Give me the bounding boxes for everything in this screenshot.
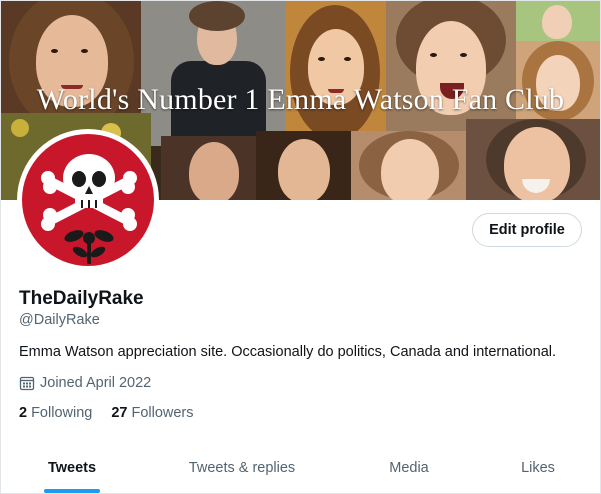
profile-page: World's Number 1 Emma Watson Fan Club Ed… <box>0 0 601 494</box>
following-count: 2 <box>19 405 28 421</box>
joined-text: Joined April 2022 <box>40 375 152 391</box>
calendar-icon <box>19 376 35 391</box>
username-handle: @DailyRake <box>19 312 100 328</box>
tab-tweets[interactable]: Tweets <box>17 441 127 493</box>
banner-photo-9 <box>256 131 351 200</box>
banner-photo-3 <box>286 1 386 146</box>
following-link[interactable]: 2 Following <box>19 405 92 421</box>
followers-count: 27 <box>111 405 128 421</box>
profile-bio: Emma Watson appreciation site. Occasiona… <box>19 344 557 360</box>
followers-link[interactable]: 27 Followers <box>111 405 193 421</box>
skull-crossbones-icon <box>41 154 137 264</box>
active-tab-indicator <box>44 489 100 493</box>
banner-photo-10 <box>351 131 466 200</box>
avatar-image <box>22 134 154 266</box>
follow-stats: 2 Following 27 Followers <box>19 405 213 421</box>
banner-photo-5 <box>516 1 600 41</box>
tab-media[interactable]: Media <box>364 441 454 493</box>
banner-photo-11 <box>466 119 600 200</box>
display-name: TheDailyRake <box>19 288 144 309</box>
joined-date: Joined April 2022 <box>19 374 151 392</box>
edit-profile-button[interactable]: Edit profile <box>472 213 582 247</box>
banner-photo-2 <box>141 1 286 146</box>
tab-tweets-and-replies[interactable]: Tweets & replies <box>166 441 318 493</box>
followers-label: Followers <box>131 405 194 421</box>
banner-title: World's Number 1 Emma Watson Fan Club <box>36 83 565 116</box>
avatar[interactable] <box>17 129 159 271</box>
following-label: Following <box>31 405 93 421</box>
tab-likes[interactable]: Likes <box>495 441 581 493</box>
banner-photo-8 <box>161 136 256 200</box>
profile-tabs: Tweets Tweets & replies Media Likes <box>1 441 600 493</box>
